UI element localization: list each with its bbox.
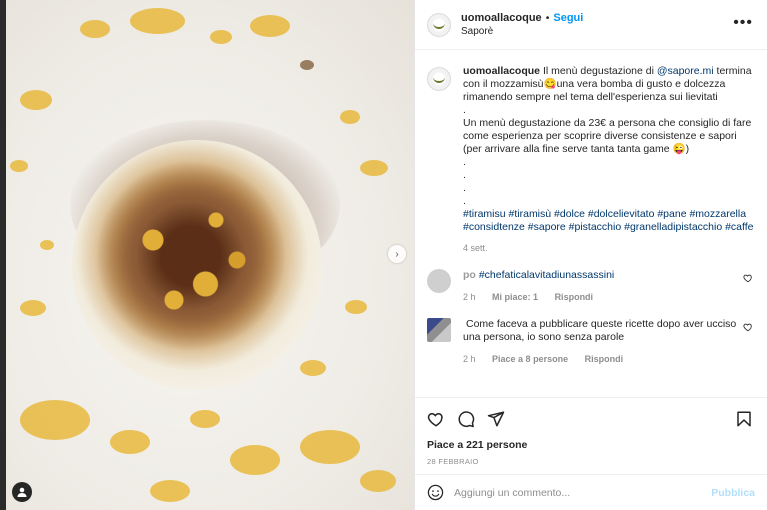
caption-dot: . bbox=[463, 104, 466, 116]
comment-input[interactable] bbox=[454, 486, 712, 499]
comment-text[interactable]: #chefaticalavitadiunassassini bbox=[479, 269, 614, 281]
avatar[interactable] bbox=[427, 12, 451, 37]
comment-item: Come faceva a pubblicare queste ricette … bbox=[427, 318, 755, 366]
publish-button[interactable]: Pubblica bbox=[711, 487, 755, 499]
likes-count[interactable]: Piace a 221 persone bbox=[427, 439, 755, 451]
follow-button[interactable]: Segui bbox=[553, 12, 583, 24]
comment-likes[interactable]: Mi piace: 1 bbox=[492, 292, 538, 302]
reply-button[interactable]: Rispondi bbox=[555, 292, 594, 302]
comment-username[interactable]: po bbox=[463, 269, 476, 281]
post-image[interactable]: › bbox=[0, 0, 414, 510]
heart-icon[interactable] bbox=[743, 322, 753, 332]
post-actions: Piace a 221 persone 28 FEBBRAIO bbox=[415, 397, 767, 467]
mention-link[interactable]: @sapore.mi bbox=[657, 65, 714, 77]
share-icon[interactable] bbox=[487, 410, 505, 428]
caption-dot: . bbox=[463, 195, 466, 207]
caption-paragraph: Un menù degustazione da 23€ a persona ch… bbox=[463, 117, 752, 155]
user-tag-icon[interactable] bbox=[12, 482, 32, 502]
caption: uomoallacoque Il menù degustazione di @sa… bbox=[427, 65, 755, 255]
caption-dot: . bbox=[463, 182, 466, 194]
avatar[interactable] bbox=[427, 318, 451, 342]
heart-icon[interactable] bbox=[427, 410, 445, 428]
caption-dot: . bbox=[463, 169, 466, 181]
caption-hashtags[interactable]: #tiramisu #tiramisù #dolce #dolcelievita… bbox=[463, 208, 755, 234]
comment-time[interactable]: 2 h bbox=[463, 292, 476, 302]
bookmark-icon[interactable] bbox=[735, 410, 753, 428]
caption-time[interactable]: 4 sett. bbox=[463, 242, 755, 255]
add-comment-bar: Pubblica bbox=[415, 474, 767, 510]
avatar[interactable] bbox=[427, 67, 451, 91]
comments-section[interactable]: uomoallacoque Il menù degustazione di @sa… bbox=[415, 51, 767, 397]
comment-item: po #chefaticalavitadiunassassini 2 h Mi p… bbox=[427, 269, 755, 304]
heart-icon[interactable] bbox=[743, 273, 753, 283]
post-date[interactable]: 28 FEBBRAIO bbox=[427, 457, 755, 466]
comment-likes[interactable]: Piace a 8 persone bbox=[492, 354, 568, 364]
dessert-topping bbox=[90, 160, 300, 360]
more-icon[interactable]: ••• bbox=[733, 15, 753, 31]
post-header: uomoallacoque • Segui Saporè ••• bbox=[415, 0, 767, 50]
reply-button[interactable]: Rispondi bbox=[585, 354, 624, 364]
avatar[interactable] bbox=[427, 269, 451, 293]
image-border bbox=[0, 0, 6, 510]
emoji-icon[interactable] bbox=[427, 484, 444, 501]
post-panel: uomoallacoque • Segui Saporè ••• uomoallac… bbox=[414, 0, 767, 510]
comment-icon[interactable] bbox=[457, 410, 475, 428]
separator-dot: • bbox=[545, 11, 550, 24]
comment-text: Come faceva a pubblicare queste ricette … bbox=[463, 318, 737, 343]
caption-dot: . bbox=[463, 156, 466, 168]
comment-time[interactable]: 2 h bbox=[463, 354, 476, 364]
caption-text: Il menù degustazione di bbox=[543, 65, 657, 77]
location-link[interactable]: Saporè bbox=[461, 25, 583, 39]
caption-username[interactable]: uomoallacoque bbox=[463, 65, 540, 77]
author-username[interactable]: uomoallacoque bbox=[461, 12, 542, 24]
chevron-right-icon[interactable]: › bbox=[388, 245, 406, 263]
